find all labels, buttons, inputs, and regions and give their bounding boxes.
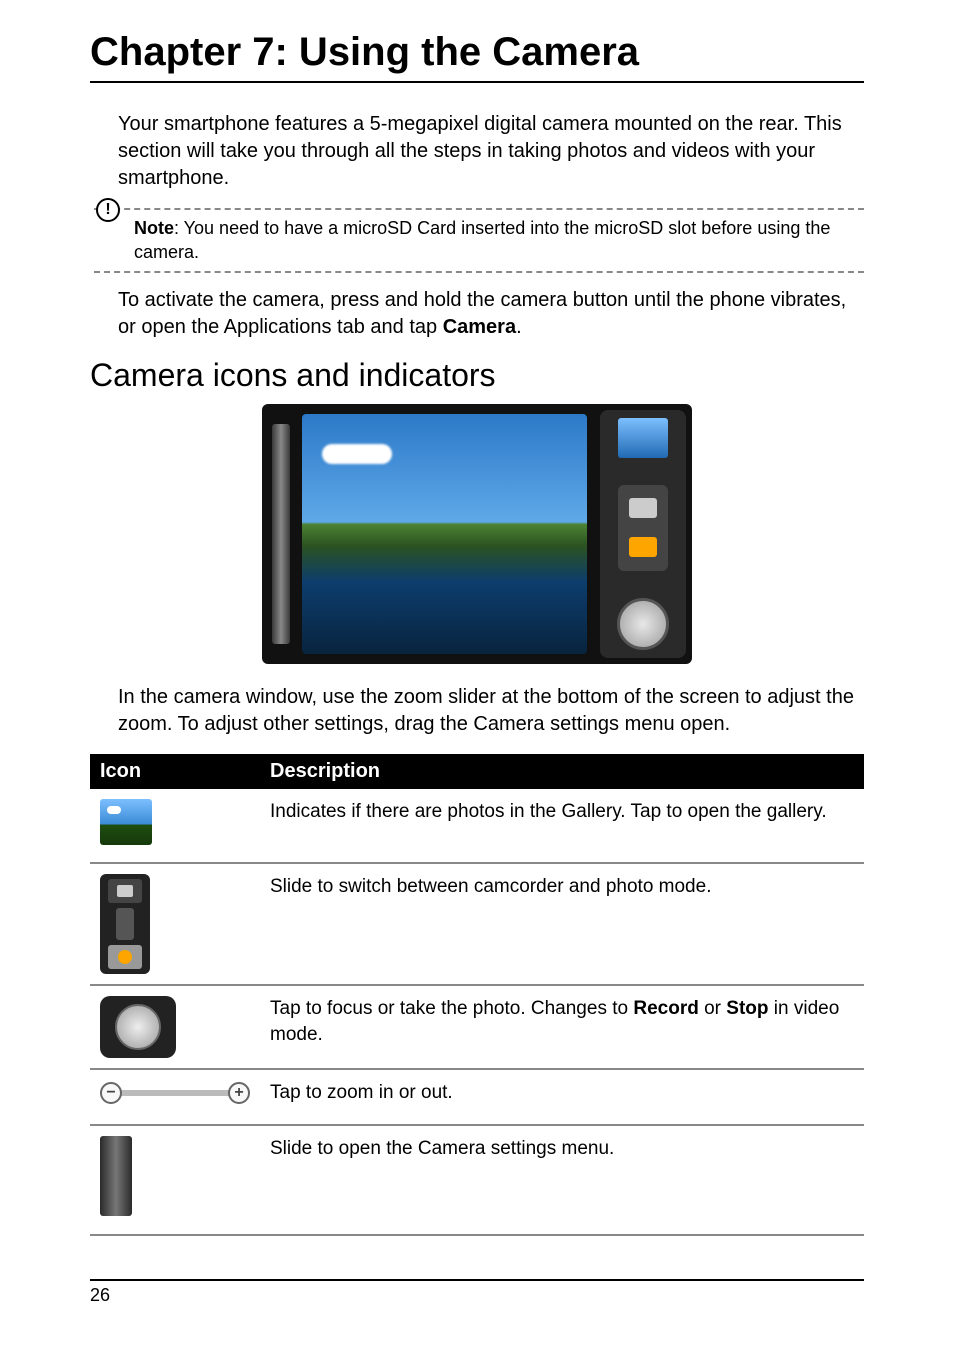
mode-slider-icon <box>100 874 150 974</box>
table-row: Tap to focus or take the photo. Changes … <box>90 985 864 1069</box>
row4-desc: Tap to zoom in or out. <box>260 1069 864 1125</box>
table-head-desc: Description <box>260 754 864 789</box>
shutter-icon <box>617 598 669 650</box>
zoom-control-icon: −+ <box>100 1080 250 1106</box>
table-row: Slide to open the Camera settings menu. <box>90 1125 864 1235</box>
note-label: Note <box>134 218 174 238</box>
gallery-thumb-icon <box>618 418 668 458</box>
note-text: : You need to have a microSD Card insert… <box>134 218 830 262</box>
settings-drawer-icon <box>272 424 290 644</box>
shutter-button-icon <box>100 996 176 1058</box>
row3-pre: Tap to focus or take the photo. Changes … <box>270 998 633 1019</box>
activate-paragraph: To activate the camera, press and hold t… <box>118 287 864 341</box>
table-row: Indicates if there are photos in the Gal… <box>90 789 864 864</box>
row1-desc: Indicates if there are photos in the Gal… <box>260 789 864 864</box>
figure-caption: In the camera window, use the zoom slide… <box>118 684 864 738</box>
row3-mid: or <box>699 998 726 1019</box>
camera-screenshot <box>262 404 692 664</box>
row3-desc: Tap to focus or take the photo. Changes … <box>260 985 864 1069</box>
row5-desc: Slide to open the Camera settings menu. <box>260 1125 864 1235</box>
camera-right-panel <box>600 410 686 658</box>
gallery-icon <box>100 799 152 845</box>
mode-switch-icon <box>618 485 668 571</box>
icon-description-table: Icon Description Indicates if there are … <box>90 754 864 1236</box>
chapter-title: Chapter 7: Using the Camera <box>90 30 864 83</box>
section-title: Camera icons and indicators <box>90 357 864 394</box>
note-box: ! Note: You need to have a microSD Card … <box>94 208 864 273</box>
alert-icon: ! <box>96 198 120 222</box>
table-head-icon: Icon <box>90 754 260 789</box>
table-row: Slide to switch between camcorder and ph… <box>90 863 864 985</box>
row3-b1: Record <box>633 998 698 1019</box>
page-number: 26 <box>90 1279 864 1306</box>
table-row: −+ Tap to zoom in or out. <box>90 1069 864 1125</box>
intro-paragraph: Your smartphone features a 5-megapixel d… <box>118 111 864 192</box>
settings-drawer-small-icon <box>100 1136 132 1216</box>
activate-bold: Camera <box>443 316 516 338</box>
activate-post: . <box>516 316 522 338</box>
row2-desc: Slide to switch between camcorder and ph… <box>260 863 864 985</box>
row3-b2: Stop <box>726 998 768 1019</box>
viewfinder-scene <box>302 414 587 654</box>
